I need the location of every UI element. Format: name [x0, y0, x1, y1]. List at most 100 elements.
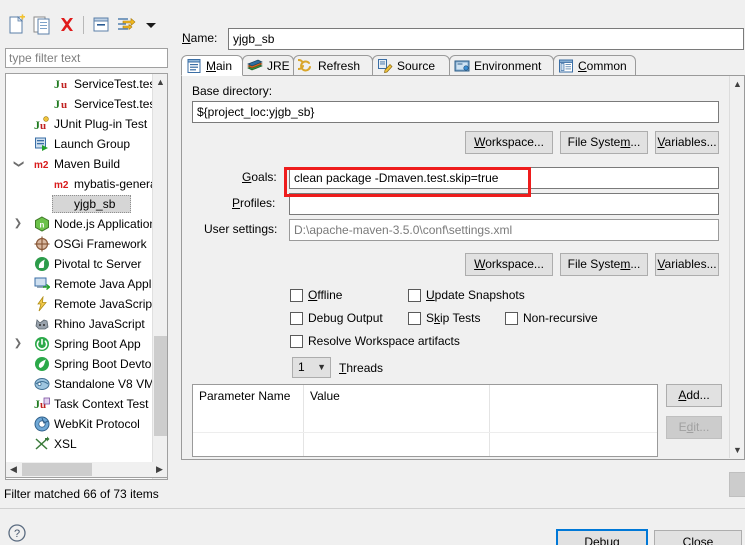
parameters-table-header: Parameter Name Value: [193, 385, 657, 407]
junit-plugin-test-icon: Ju: [34, 116, 50, 132]
tab-common[interactable]: Common: [553, 55, 636, 76]
tree-item-yjgb-sb[interactable]: m2yjgb_sb: [6, 194, 154, 214]
column-header-parameter-name[interactable]: Parameter Name: [193, 385, 303, 407]
tab-environment[interactable]: Environment: [449, 55, 554, 76]
filter-launch-configurations-icon[interactable]: [114, 14, 136, 36]
offline-checkbox[interactable]: Offline: [290, 288, 342, 303]
name-input[interactable]: yjgb_sb: [228, 28, 744, 50]
toolbar-separator: [83, 16, 84, 34]
scroll-left-icon[interactable]: ◀: [6, 462, 21, 477]
user-settings-input[interactable]: D:\apache-maven-3.5.0\conf\settings.xml: [289, 219, 719, 241]
tree-item-mybatis-genera[interactable]: m2 mybatis-genera: [6, 174, 154, 194]
add-parameter-button[interactable]: Add...: [666, 384, 722, 407]
base-dir-variables-button[interactable]: Variables...: [655, 131, 719, 154]
tree-item-spring-boot-app[interactable]: ❯ Spring Boot App: [6, 334, 154, 354]
tree-item-launch-group[interactable]: Launch Group: [6, 134, 154, 154]
svg-text:?: ?: [14, 528, 20, 540]
chevron-down-icon[interactable]: ▼: [317, 358, 326, 377]
debug-button[interactable]: Debug: [556, 529, 648, 545]
tree-item-xsl[interactable]: XSL: [6, 434, 154, 454]
user-settings-variables-button[interactable]: Variables...: [655, 253, 719, 276]
update-snapshots-checkbox[interactable]: Update Snapshots: [408, 288, 525, 303]
user-settings-label: User settings:: [204, 222, 278, 236]
column-header-blank[interactable]: [490, 385, 657, 407]
update-snapshots-checkbox-box[interactable]: [408, 289, 421, 302]
configuration-tabs: Main JRE Refresh Source Environment Common: [181, 55, 745, 76]
tab-jre[interactable]: JRE: [242, 55, 294, 76]
content-vertical-scrollbar[interactable]: ▲ ▼: [729, 76, 744, 458]
tree-item-task-context-test[interactable]: Ju Task Context Test: [6, 394, 154, 414]
skip-tests-checkbox-box[interactable]: [408, 312, 421, 325]
tree-item-rhino-javascript[interactable]: Rhino JavaScript: [6, 314, 154, 334]
base-directory-input[interactable]: ${project_loc:yjgb_sb}: [192, 101, 719, 123]
tree-item-pivotal-tc-server[interactable]: Pivotal tc Server: [6, 254, 154, 274]
svg-text:J: J: [54, 77, 60, 91]
chevron-down-icon[interactable]: ❯: [8, 158, 28, 170]
skip-tests-checkbox[interactable]: Skip Tests: [408, 311, 480, 326]
spring-boot-icon: [34, 336, 50, 352]
threads-label: Threads: [339, 361, 384, 375]
scroll-down-icon[interactable]: ▼: [730, 442, 745, 458]
tree-item-label: ServiceTest.test: [74, 97, 154, 111]
tree-item-servicetest-test[interactable]: Ju ServiceTest.test: [6, 74, 154, 94]
launch-configurations-tree[interactable]: Ju ServiceTest.test Ju ServiceTest.test Ju JU…: [5, 73, 168, 480]
tab-source[interactable]: Source: [372, 55, 450, 76]
filter-input[interactable]: type filter text: [5, 48, 168, 68]
base-dir-file-system-button[interactable]: File System...: [560, 131, 648, 154]
tree-hscrollbar-thumb[interactable]: [22, 463, 92, 476]
tree-item-junit-plug-in-test[interactable]: Ju JUnit Plug-in Test: [6, 114, 154, 134]
column-header-value[interactable]: Value: [304, 385, 489, 407]
tree-item-webkit-protocol[interactable]: WebKit Protocol: [6, 414, 154, 434]
collapse-all-icon[interactable]: [90, 14, 112, 36]
profiles-input[interactable]: [289, 193, 719, 215]
chevron-right-icon[interactable]: ❯: [12, 214, 24, 234]
base-dir-workspace-button[interactable]: Workspace...: [465, 131, 553, 154]
junit-test-icon: Ju: [54, 96, 70, 112]
tab-main[interactable]: Main: [181, 55, 243, 76]
duplicate-launch-configuration-icon[interactable]: [31, 14, 53, 36]
tree-item-osgi-framework[interactable]: OSGi Framework: [6, 234, 154, 254]
user-settings-file-system-button[interactable]: File System...: [560, 253, 648, 276]
delete-launch-configuration-icon[interactable]: [56, 14, 78, 36]
tree-item-servicetest-test[interactable]: Ju ServiceTest.test: [6, 94, 154, 114]
non-recursive-checkbox[interactable]: Non-recursive: [505, 311, 598, 326]
parameters-table[interactable]: Parameter Name Value: [192, 384, 658, 457]
tree-item-maven-build[interactable]: ❯ m2 Maven Build: [6, 154, 154, 174]
tree-item-remote-java-appli[interactable]: Remote Java Appli: [6, 274, 154, 294]
debug-output-checkbox-box[interactable]: [290, 312, 303, 325]
tree-item-remote-javascript[interactable]: Remote JavaScript: [6, 294, 154, 314]
non-recursive-checkbox-box[interactable]: [505, 312, 518, 325]
tree-item-label: Spring Boot App: [54, 337, 141, 351]
user-settings-workspace-button[interactable]: Workspace...: [465, 253, 553, 276]
launch-configuration-dialog: type filter text Ju ServiceTest.test Ju Ser…: [0, 0, 745, 545]
main-tab-icon: [186, 58, 202, 74]
tree-item-label: WebKit Protocol: [54, 417, 140, 431]
debug-output-checkbox[interactable]: Debug Output: [290, 311, 383, 326]
offline-checkbox-box[interactable]: [290, 289, 303, 302]
help-icon[interactable]: ?: [8, 524, 26, 542]
view-menu-chevron-down-icon[interactable]: [140, 14, 162, 36]
svg-text:u: u: [40, 120, 46, 132]
scroll-up-icon[interactable]: ▲: [153, 74, 167, 90]
tree-item-standalone-v8-vm[interactable]: Standalone V8 VM: [6, 374, 154, 394]
tree-item-node-js-application[interactable]: ❯ n Node.js Application: [6, 214, 154, 234]
tree-scrollbar-thumb[interactable]: [154, 336, 167, 436]
spring-devtools-icon: [34, 356, 50, 372]
resolve-workspace-artifacts-checkbox-box[interactable]: [290, 335, 303, 348]
tree-item-spring-boot-devto[interactable]: Spring Boot Devto: [6, 354, 154, 374]
threads-dropdown[interactable]: 1 ▼: [292, 357, 331, 378]
close-button[interactable]: Close: [654, 530, 742, 545]
resolve-workspace-artifacts-checkbox[interactable]: Resolve Workspace artifacts: [290, 334, 460, 349]
chevron-right-icon[interactable]: ❯: [12, 334, 24, 354]
tree-horizontal-scrollbar[interactable]: ◀ ▶: [5, 462, 168, 478]
footer-divider: [0, 508, 745, 509]
scroll-right-icon[interactable]: ▶: [152, 462, 167, 477]
goals-input[interactable]: clean package -Dmaven.test.skip=true: [289, 167, 719, 189]
tree-item-label: Task Context Test: [54, 397, 149, 411]
new-launch-configuration-icon[interactable]: [6, 14, 28, 36]
remote-javascript-icon: [34, 296, 50, 312]
tab-refresh[interactable]: Refresh: [293, 55, 373, 76]
scroll-up-icon[interactable]: ▲: [730, 76, 745, 92]
tab-label: Main: [206, 59, 233, 73]
tree-vertical-scrollbar[interactable]: ▲ ▼: [152, 74, 167, 479]
